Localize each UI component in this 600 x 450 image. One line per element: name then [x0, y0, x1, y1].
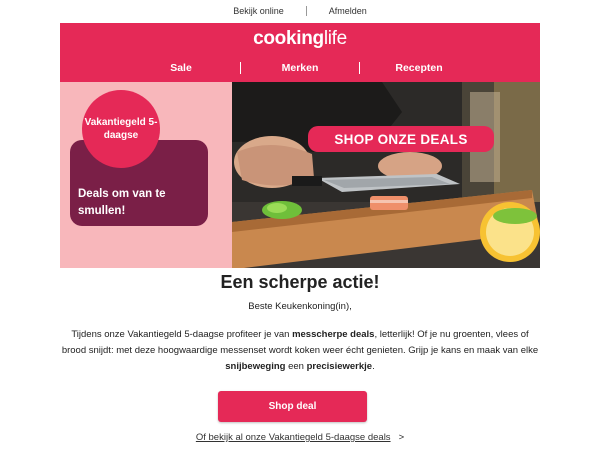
promo-circle: Vakantiegeld 5-daagse [82, 90, 160, 168]
body-text-part: . [372, 361, 375, 372]
divider [305, 6, 307, 16]
logo[interactable]: cookinglife [60, 28, 540, 50]
body-bold-text: messcherpe deals [292, 329, 375, 340]
greeting-text: Beste Keukenkoning(in), [248, 301, 352, 312]
email-title: Een scherpe actie! [220, 272, 380, 292]
hero-promo-panel: Deals om van te smullen! Vakantiegeld 5-… [60, 82, 232, 268]
promo-circle-text: Vakantiegeld 5-daagse [84, 117, 158, 141]
unsubscribe-link[interactable]: Afmelden [329, 6, 367, 16]
main-nav: Sale Merken Recepten [60, 62, 540, 74]
shop-deals-badge[interactable]: SHOP ONZE DEALS [308, 126, 494, 152]
view-online-link[interactable]: Bekijk online [233, 6, 284, 16]
body-bold-text: snijbeweging [225, 361, 286, 372]
chevron-right-icon[interactable]: > [399, 432, 405, 443]
nav-item-recipes[interactable]: Recepten [360, 62, 478, 74]
body-paragraph: Tijdens onze Vakantiegeld 5-daagse profi… [60, 327, 540, 375]
all-deals-row: Of bekijk al onze Vakantiegeld 5-daagse … [0, 432, 600, 443]
nav-item-brands[interactable]: Merken [241, 62, 359, 74]
all-deals-link[interactable]: Of bekijk al onze Vakantiegeld 5-daagse … [196, 432, 391, 443]
logo-light-text: life [323, 28, 347, 49]
body-text-part: een [285, 361, 307, 372]
body-text-part: Tijdens onze Vakantiegeld 5-daagse profi… [71, 329, 293, 340]
knife-cutting-photo [232, 82, 540, 268]
logo-bold-text: cooking [253, 28, 324, 49]
top-links-bar: Bekijk online Afmelden [0, 0, 600, 22]
hero-banner[interactable]: Deals om van te smullen! Vakantiegeld 5-… [60, 82, 540, 268]
nav-item-sale[interactable]: Sale [122, 62, 240, 74]
header: cookinglife Sale Merken Recepten [60, 23, 540, 82]
shop-deal-button[interactable]: Shop deal [218, 391, 367, 422]
body-bold-text: precisiewerkje [306, 361, 373, 372]
promo-card-text: Deals om van te smullen! [78, 188, 166, 217]
